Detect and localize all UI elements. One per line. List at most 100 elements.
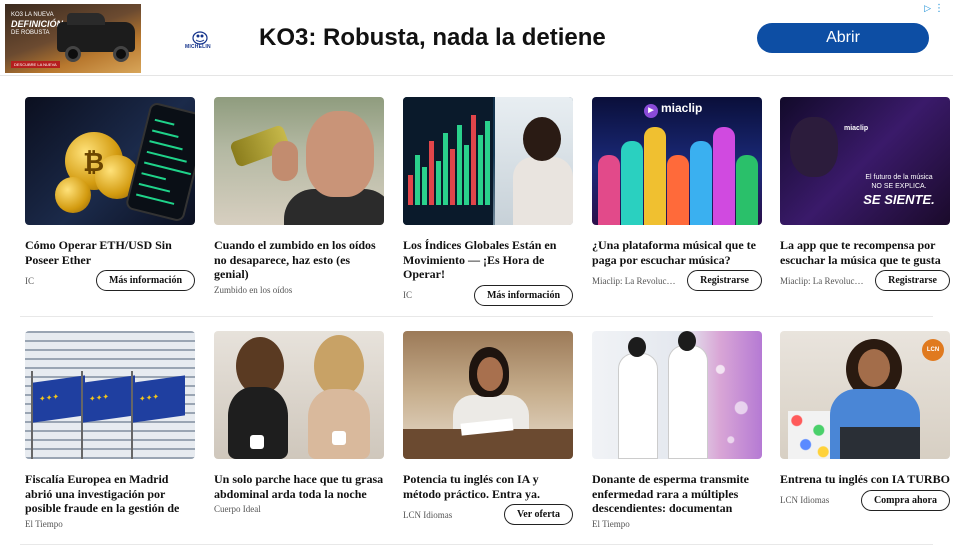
card-meta: Miaclip: La Revolución Registrarse [592, 270, 762, 291]
card-meta: Zumbido en los oídos [214, 285, 384, 295]
ad-thumb-line1: KO3 LA NUEVA [11, 12, 54, 18]
person-head [523, 117, 561, 161]
ad-choices[interactable]: ▷ ⋮ [924, 4, 944, 15]
card-meta: LCN Idiomas Ver oferta [403, 504, 573, 525]
desk-image [403, 429, 573, 459]
card-source: El Tiempo [25, 519, 63, 529]
card-thumbnail[interactable] [25, 331, 195, 459]
card-meta: Miaclip: La Revolución Registrarse [780, 270, 950, 291]
patch-image [332, 431, 346, 445]
person-head [628, 337, 646, 357]
laptop-image [840, 427, 920, 459]
phone-chart-icon [124, 101, 195, 223]
michelin-logo-icon [185, 31, 215, 45]
miaclip-logo: miaclip [644, 101, 702, 118]
content-card[interactable]: LCN Entrena tu inglés con IA TURBO LCN Idi… [780, 331, 950, 511]
person-body [308, 389, 370, 459]
row-divider [20, 316, 933, 317]
thumb-slogan: SE SIENTE. [863, 192, 935, 207]
content-card[interactable]: ₿ Cómo Operar ETH/USD Sin Poseer Ether IC M… [25, 97, 195, 291]
dancer-figure [621, 141, 643, 225]
content-card[interactable]: Cuando el zumbido en los oídos no desapa… [214, 97, 384, 295]
card-thumbnail[interactable]: miaclip El futuro de la música NO SE EXPL… [780, 97, 950, 225]
patch-image [250, 435, 264, 449]
person-body [513, 157, 573, 225]
card-source: IC [403, 290, 412, 300]
ad-thumbnail[interactable]: KO3 LA NUEVA DEFINICIÓN DE ROBUSTA DESCU… [5, 4, 141, 73]
card-source: LCN Idiomas [403, 509, 453, 520]
thumb-tagline: El futuro de la música NO SE EXPLICA. [865, 174, 933, 190]
card-title[interactable]: Cuando el zumbido en los oídos no desapa… [214, 238, 384, 282]
person-head [678, 331, 696, 351]
card-cta-button[interactable]: Registrarse [875, 270, 950, 291]
content-card[interactable]: Potencia tu inglés con IA y método práct… [403, 331, 573, 525]
card-source: LCN Idiomas [780, 495, 830, 505]
card-title[interactable]: La app que te recompensa por escuchar la… [780, 238, 950, 267]
card-cta-button[interactable]: Más información [473, 284, 573, 306]
headphones-person [790, 117, 838, 177]
row-divider [20, 544, 933, 545]
card-meta: Cuerpo Ideal [214, 504, 384, 514]
ad-banner[interactable]: KO3 LA NUEVA DEFINICIÓN DE ROBUSTA DESCU… [0, 0, 953, 76]
content-card[interactable]: Donante de esperma transmite enfermedad … [592, 331, 762, 529]
dancer-figure [713, 127, 735, 225]
person-head [477, 357, 503, 391]
stock-chart-screen [403, 97, 493, 225]
card-title[interactable]: Fiscalía Europea en Madrid abrió una inv… [25, 472, 195, 516]
card-title[interactable]: Cómo Operar ETH/USD Sin Poseer Ether [25, 238, 195, 267]
card-thumbnail[interactable] [403, 331, 573, 459]
content-card[interactable]: Fiscalía Europea en Madrid abrió una inv… [25, 331, 195, 529]
dancer-figure [667, 155, 689, 225]
miaclip-logo: miaclip [844, 125, 869, 132]
card-thumbnail[interactable] [214, 331, 384, 459]
content-card[interactable]: Un solo parche hace que tu grasa abdomin… [214, 331, 384, 514]
card-cta-button[interactable]: Compra ahora [860, 489, 950, 511]
card-thumbnail[interactable] [214, 97, 384, 225]
card-cta-button[interactable]: Registrarse [687, 270, 762, 291]
eu-flag-icon [133, 375, 185, 423]
card-title[interactable]: Potencia tu inglés con IA y método práct… [403, 472, 573, 501]
card-thumbnail[interactable] [592, 331, 762, 459]
dancer-figure [598, 155, 620, 225]
dancer-figure [644, 127, 666, 225]
card-title[interactable]: ¿Una plataforma músical que te paga por … [592, 238, 762, 267]
person-hair [314, 335, 364, 397]
card-meta: El Tiempo [25, 519, 195, 529]
dancer-figure [690, 141, 712, 225]
card-title[interactable]: Los Índices Globales Están en Movimiento… [403, 238, 573, 282]
card-thumbnail[interactable]: LCN [780, 331, 950, 459]
card-cta-button[interactable]: Más información [95, 270, 195, 291]
card-meta: El Tiempo [592, 519, 762, 529]
content-card[interactable]: Los Índices Globales Están en Movimiento… [403, 97, 573, 306]
dancer-figure [736, 155, 758, 225]
eu-flag-icon [83, 375, 135, 423]
card-source: Miaclip: La Revolución [780, 275, 864, 286]
card-title[interactable]: Donante de esperma transmite enfermedad … [592, 472, 762, 516]
card-thumbnail[interactable]: miaclip [592, 97, 762, 225]
scientist-figure [618, 353, 658, 459]
ad-headline[interactable]: KO3: Robusta, nada la detiene [259, 24, 606, 52]
person-head [858, 349, 890, 387]
content-card[interactable]: miaclip El futuro de la música NO SE EXPL… [780, 97, 950, 291]
scientist-figure [668, 345, 708, 459]
card-thumbnail[interactable] [403, 97, 573, 225]
lcn-logo: LCN [922, 339, 944, 361]
card-source: Miaclip: La Revolución [592, 275, 676, 286]
card-title[interactable]: Entrena tu inglés con IA TURBO [780, 472, 950, 487]
card-thumbnail[interactable]: ₿ [25, 97, 195, 225]
ad-thumb-cta: DESCUBRE LA NUEVA [11, 61, 60, 68]
bitcoin-symbol-icon: ₿ [83, 148, 105, 178]
truck-wheel [113, 46, 129, 62]
more-vertical-icon[interactable]: ⋮ [934, 4, 944, 14]
adchoices-icon[interactable]: ▷ [924, 4, 931, 14]
stickers-image [788, 411, 832, 459]
card-title[interactable]: Un solo parche hace que tu grasa abdomin… [214, 472, 384, 501]
hand-image [272, 141, 298, 181]
card-meta: IC Más información [25, 270, 195, 291]
card-cta-button[interactable]: Ver oferta [503, 504, 573, 525]
card-source: Zumbido en los oídos [214, 284, 293, 295]
cells-image [710, 331, 762, 459]
truck-wheel [65, 46, 81, 62]
content-card[interactable]: miaclip ¿Una plataforma músical que te pa… [592, 97, 762, 291]
ad-open-button[interactable]: Abrir [757, 23, 929, 53]
